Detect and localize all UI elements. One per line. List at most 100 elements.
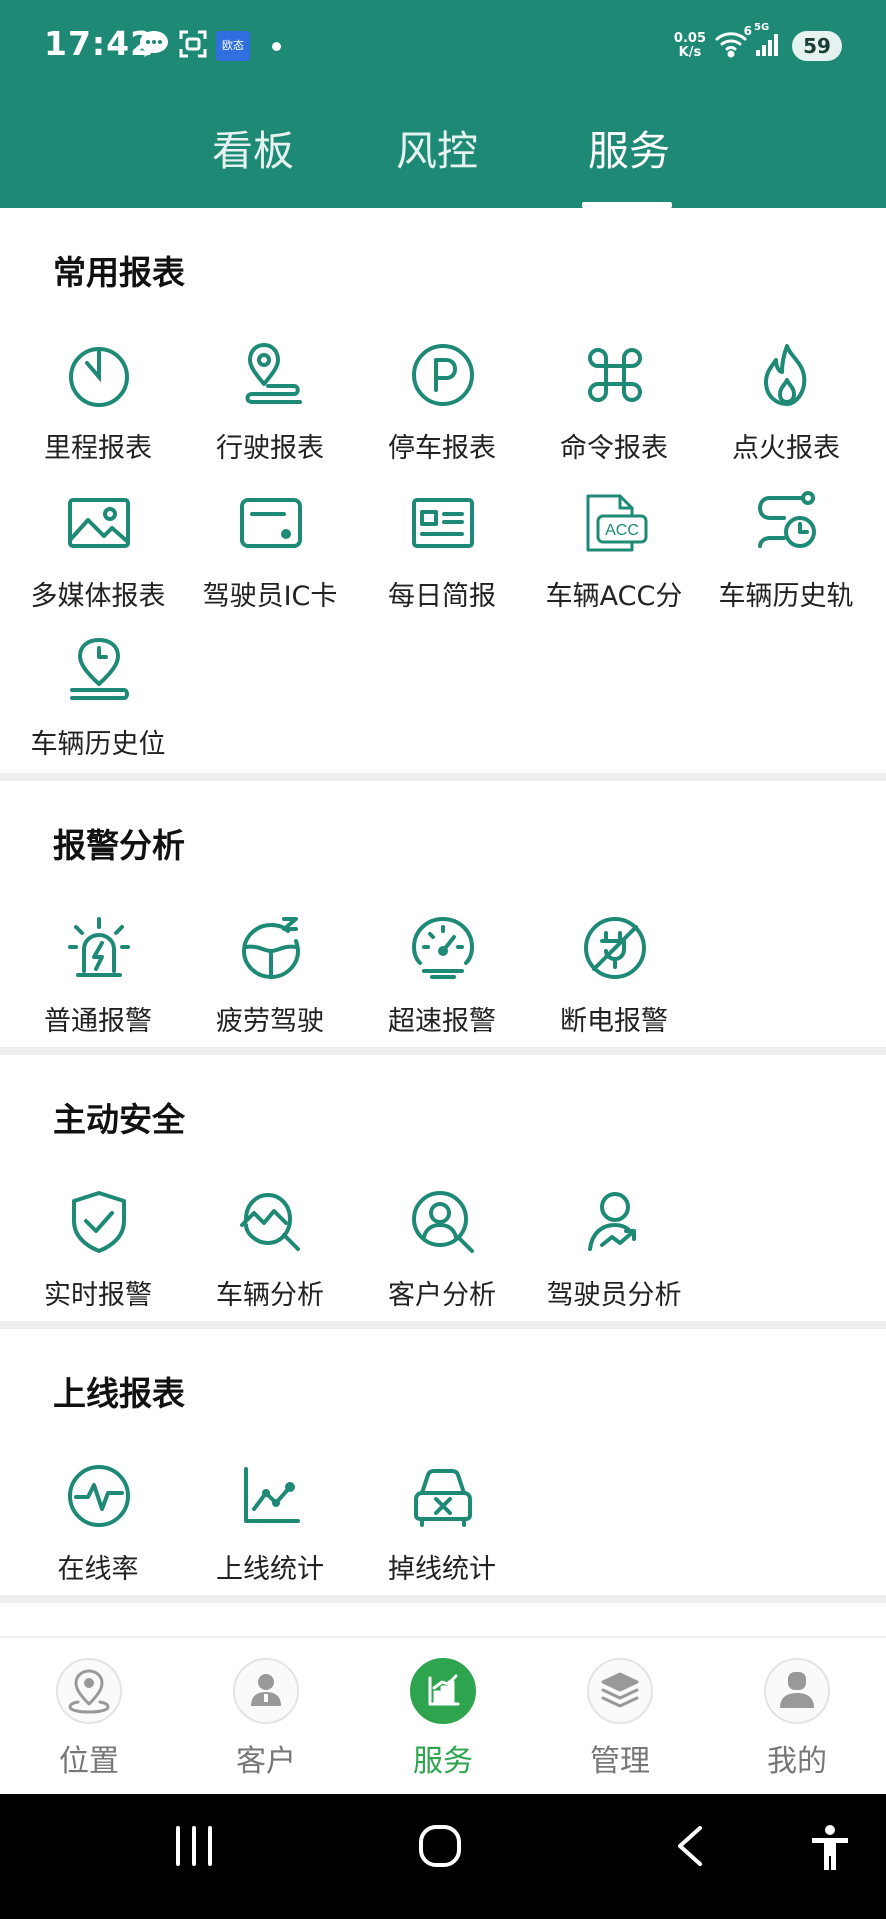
- parking-icon: [410, 342, 476, 408]
- section-divider: [0, 1047, 886, 1055]
- location-icon: [56, 1658, 122, 1724]
- layers-icon: [587, 1658, 653, 1724]
- net-speed: 0.05 K/s: [674, 32, 706, 60]
- header: 17:42 欧态 0.05 K/s 6 5G 59 看板 风控 服务: [0, 0, 886, 208]
- signal-label: 6: [743, 24, 752, 38]
- app-badge: 欧态: [216, 31, 250, 61]
- tab-service[interactable]: 服务: [564, 118, 694, 208]
- section-title: 上线报表: [53, 1374, 185, 1413]
- section-alarm-analysis: 报警分析 普通报警 疲劳驾驶 超速报警 断电报警: [0, 781, 886, 1047]
- tab-dashboard[interactable]: 看板: [188, 118, 318, 208]
- grid-item-general-alarm[interactable]: 普通报警: [12, 915, 184, 1055]
- message-icon: [138, 29, 170, 63]
- grid-item-label: 实时报警: [44, 1280, 152, 1311]
- power-off-icon: [582, 915, 648, 981]
- route-pin-icon: [238, 342, 304, 408]
- net-speed-value: 0.05: [673, 31, 706, 46]
- grid-item-label: 车辆历史位: [30, 729, 166, 760]
- grid-item-label: 普通报警: [44, 1006, 152, 1037]
- scan-icon: [178, 29, 208, 63]
- accessibility-icon: [812, 1825, 848, 1870]
- tab-risk-control[interactable]: 风控: [372, 118, 502, 208]
- accessibility-button[interactable]: [808, 1824, 852, 1876]
- tab-risk-control-label: 风控: [396, 127, 478, 175]
- grid-item-online-stats[interactable]: 上线统计: [184, 1463, 356, 1603]
- speedometer-icon: [410, 915, 476, 981]
- section-title: 常用报表: [53, 253, 185, 292]
- nav-item-profile[interactable]: 我的: [727, 1658, 867, 1788]
- grid-item-driver-analysis[interactable]: 驾驶员分析: [528, 1189, 700, 1329]
- grid-item-realtime-alarm[interactable]: 实时报警: [12, 1189, 184, 1329]
- system-nav-bar: [0, 1794, 886, 1919]
- grid-item-online-rate[interactable]: 在线率: [12, 1463, 184, 1603]
- grid-item-label: 掉线统计: [388, 1554, 496, 1585]
- grid-item-label: 客户分析: [388, 1280, 496, 1311]
- nav-label: 管理: [590, 1744, 650, 1779]
- chart-search-icon: [238, 1189, 304, 1255]
- back-button[interactable]: [670, 1824, 714, 1872]
- section-online-reports: 上线报表 在线率 上线统计 掉线统计: [0, 1329, 886, 1595]
- shield-check-icon: [66, 1189, 132, 1255]
- grid-item-parking-report[interactable]: 停车报表: [356, 342, 528, 482]
- section-title: 主动安全: [53, 1100, 185, 1139]
- timer-icon: [66, 342, 132, 408]
- grid-item-label: 超速报警: [388, 1006, 496, 1037]
- grid-item-label: 多媒体报表: [30, 581, 166, 612]
- grid-item-label: 命令报表: [560, 433, 668, 464]
- nav-item-service[interactable]: 服务: [373, 1658, 513, 1788]
- recent-apps-button[interactable]: [172, 1824, 216, 1872]
- grid-item-label: 断电报警: [560, 1006, 668, 1037]
- ic-card-icon: [238, 490, 304, 556]
- grid-item-label: 车辆分析: [216, 1280, 324, 1311]
- command-icon: [582, 342, 648, 408]
- wifi-icon: 6: [714, 24, 752, 62]
- grid-item-speeding-alarm[interactable]: 超速报警: [356, 915, 528, 1055]
- nav-item-location[interactable]: 位置: [19, 1658, 159, 1788]
- grid-item-driving-report[interactable]: 行驶报表: [184, 342, 356, 482]
- bottom-nav: 位置 客户 服务 管理 我的: [0, 1636, 886, 1796]
- grid-item-vehicle-acc[interactable]: ACC 车辆ACC分: [528, 490, 700, 630]
- svg-text:ACC: ACC: [605, 522, 639, 539]
- grid-item-label: 在线率: [57, 1554, 139, 1585]
- car-x-icon: [410, 1463, 476, 1529]
- battery-indicator: 59: [792, 31, 842, 61]
- grid-item-offline-stats[interactable]: 掉线统计: [356, 1463, 528, 1603]
- grid-item-power-off-alarm[interactable]: 断电报警: [528, 915, 700, 1055]
- cell-signal-icon: 5G: [754, 22, 782, 62]
- grid-item-multimedia-report[interactable]: 多媒体报表: [12, 490, 184, 630]
- recent-apps-icon: [176, 1826, 212, 1866]
- home-button[interactable]: [418, 1824, 462, 1872]
- grid-item-label: 点火报表: [732, 433, 840, 464]
- grid-item-mileage-report[interactable]: 里程报表: [12, 342, 184, 482]
- grid-item-vehicle-history-track[interactable]: 车辆历史轨: [700, 490, 872, 630]
- pulse-icon: [66, 1463, 132, 1529]
- nav-item-management[interactable]: 管理: [550, 1658, 690, 1788]
- app-root: 17:42 欧态 0.05 K/s 6 5G 59 看板 风控 服务 常用报表 …: [0, 0, 886, 1919]
- grid-item-label: 驾驶员分析: [546, 1280, 682, 1311]
- home-icon: [419, 1825, 461, 1867]
- id-card-icon: [410, 490, 476, 556]
- nav-label: 服务: [413, 1744, 473, 1779]
- section-divider: [0, 1321, 886, 1329]
- status-icons-left: 欧态: [138, 28, 281, 64]
- grid-item-label: 疲劳驾驶: [216, 1006, 324, 1037]
- grid-item-label: 每日简报: [388, 581, 496, 612]
- grid-item-ignition-report[interactable]: 点火报表: [700, 342, 872, 482]
- grid-item-customer-analysis[interactable]: 客户分析: [356, 1189, 528, 1329]
- grid-item-driver-ic-card[interactable]: 驾驶员IC卡: [184, 490, 356, 630]
- nav-label: 位置: [59, 1744, 119, 1779]
- grid-item-command-report[interactable]: 命令报表: [528, 342, 700, 482]
- nav-item-customer[interactable]: 客户: [196, 1658, 336, 1788]
- back-icon: [678, 1826, 702, 1866]
- net-speed-unit: K/s: [678, 45, 702, 60]
- grid-item-vehicle-analysis[interactable]: 车辆分析: [184, 1189, 356, 1329]
- grid-item-vehicle-history-position[interactable]: 车辆历史位: [12, 638, 184, 778]
- grid-item-label: 上线统计: [216, 1554, 324, 1585]
- status-dot: [272, 41, 281, 51]
- grid-item-daily-brief[interactable]: 每日简报: [356, 490, 528, 630]
- grid-item-fatigue-driving[interactable]: 疲劳驾驶: [184, 915, 356, 1055]
- person-icon: [233, 1658, 299, 1724]
- grid-item-label: 里程报表: [44, 433, 152, 464]
- bar-chart-icon: [410, 1658, 476, 1724]
- acc-icon: ACC: [582, 490, 648, 556]
